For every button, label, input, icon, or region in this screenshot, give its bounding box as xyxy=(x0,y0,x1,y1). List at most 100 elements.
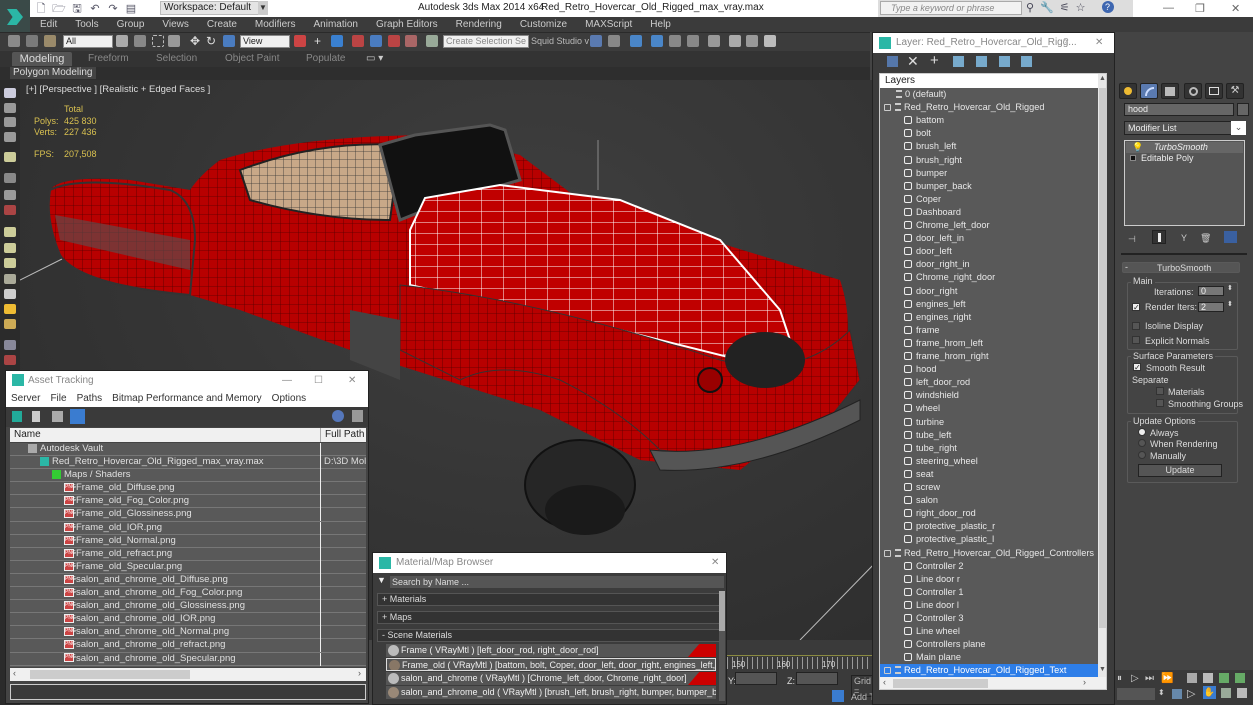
menu-views[interactable]: Views xyxy=(153,17,198,32)
unlink-icon[interactable] xyxy=(26,35,38,47)
update-manually-radio[interactable] xyxy=(1138,451,1146,459)
restore-button[interactable]: ❐ xyxy=(1195,2,1205,15)
layer-object-row[interactable]: Controller 2 xyxy=(880,560,1098,573)
go-to-end-icon[interactable]: ⏩ xyxy=(1161,673,1173,684)
render-production-icon[interactable] xyxy=(764,35,776,47)
refresh-icon[interactable] xyxy=(12,411,22,422)
update-when-rendering-radio[interactable] xyxy=(1138,439,1146,447)
browser-options-icon[interactable]: ▼ xyxy=(377,575,386,585)
layer-object-row[interactable]: Line door r xyxy=(880,573,1098,586)
box-icon[interactable] xyxy=(4,227,16,237)
undo-icon[interactable]: ↶ xyxy=(88,3,102,15)
layer-object-row[interactable]: salon xyxy=(880,494,1098,507)
spinner-snap-icon[interactable] xyxy=(405,35,417,47)
section-scene-materials[interactable]: - Scene Materials xyxy=(377,629,720,642)
freeze-all-icon[interactable] xyxy=(1021,56,1032,67)
layer-row[interactable]: Red_Retro_Hovercar_Old_Rigged_Text xyxy=(880,664,1098,678)
layer-window-titlebar[interactable]: Layer: Red_Retro_Hovercar_Old_Rigg... ? … xyxy=(873,33,1114,53)
remove-modifier-icon[interactable]: 🗑 xyxy=(1200,233,1211,244)
asset-row[interactable]: Red_Retro_Hovercar_Old_Rigged_max_vray.m… xyxy=(10,456,366,470)
material-item[interactable]: Frame ( VRayMtl ) [left_door_rod, right_… xyxy=(386,644,716,657)
list-icon[interactable] xyxy=(4,132,16,142)
infocenter-search-input[interactable]: Type a keyword or phrase xyxy=(880,1,1022,15)
render-setup-icon[interactable] xyxy=(729,35,741,47)
layer-object-row[interactable]: tube_left xyxy=(880,429,1098,442)
layer-object-row[interactable]: wheel xyxy=(880,402,1098,415)
selection-filter-dropdown[interactable]: All xyxy=(63,35,113,48)
rollout-collapse-icon[interactable]: - xyxy=(1125,262,1128,272)
layer-object-row[interactable]: bolt xyxy=(880,127,1098,140)
layer-object-row[interactable]: bumper_back xyxy=(880,180,1098,193)
workspace-dropdown[interactable]: Workspace: Default xyxy=(160,1,268,15)
wrench-icon[interactable]: 🔧 xyxy=(1040,1,1054,14)
squid-studio-label[interactable]: Squid Studio v xyxy=(531,36,589,46)
spinner-arrows-icon[interactable]: ⬍ xyxy=(1158,688,1165,697)
asset-row[interactable]: PNGsalon_and_chrome_old_refract.png xyxy=(10,639,366,653)
materials-checkbox[interactable] xyxy=(1156,387,1164,395)
spinner-arrows-icon[interactable]: ⬍ xyxy=(1227,284,1233,292)
make-unique-icon[interactable]: Y xyxy=(1181,233,1187,243)
pan-hand-icon[interactable]: ✋ xyxy=(1203,686,1216,699)
grid-view-icon[interactable] xyxy=(70,409,85,424)
select-by-name-icon[interactable] xyxy=(134,35,146,47)
keyboard-shortcut-override-icon[interactable] xyxy=(331,35,343,47)
close-button[interactable]: ✕ xyxy=(1095,33,1103,53)
layer-object-row[interactable]: Coper xyxy=(880,193,1098,206)
stack-item-turbosmooth[interactable]: 💡 TurboSmooth xyxy=(1126,142,1243,153)
y-coord-input[interactable] xyxy=(735,672,777,685)
asset-row[interactable]: PNGFrame_old_refract.png xyxy=(10,547,366,561)
menu-maxscript[interactable]: MAXScript xyxy=(576,17,641,32)
close-button[interactable]: ✕ xyxy=(711,553,719,573)
binoculars-icon[interactable]: ⚲ xyxy=(1026,1,1034,14)
menu-customize[interactable]: Customize xyxy=(511,17,576,32)
object-color-swatch[interactable] xyxy=(1237,103,1249,116)
layer-object-row[interactable]: protective_plastic_r xyxy=(880,520,1098,533)
teapot-icon[interactable] xyxy=(4,88,16,98)
render-iters-spinner[interactable]: 2 xyxy=(1198,302,1224,312)
mirror-icon[interactable] xyxy=(590,35,602,47)
menu-paths[interactable]: Paths xyxy=(72,390,108,407)
star-icon[interactable]: ☆ xyxy=(1076,1,1086,14)
explicit-normals-checkbox[interactable] xyxy=(1132,336,1140,344)
zoom-extents-all-icon[interactable] xyxy=(1235,673,1245,683)
angle-snap-icon[interactable] xyxy=(370,35,382,47)
helper-icon[interactable] xyxy=(4,205,16,215)
material-item[interactable]: salon_and_chrome ( VRayMtl ) [Chrome_lef… xyxy=(386,672,716,685)
graphite-toggle-icon[interactable] xyxy=(651,35,663,47)
layer-object-row[interactable]: Controller 1 xyxy=(880,586,1098,599)
render-iters-checkbox[interactable]: ✓ xyxy=(1132,303,1140,312)
layer-object-row[interactable]: frame_hrom_right xyxy=(880,350,1098,363)
table-view-icon[interactable] xyxy=(52,411,63,422)
expand-collapse-icon[interactable] xyxy=(884,104,891,112)
update-button[interactable]: Update xyxy=(1138,464,1222,477)
layer-object-row[interactable]: screw xyxy=(880,481,1098,494)
smooth-result-checkbox[interactable]: ✓ xyxy=(1133,363,1141,372)
camera-icon[interactable] xyxy=(4,190,16,200)
layer-row[interactable]: Red_Retro_Hovercar_Old_Rigged_Controller… xyxy=(880,547,1098,560)
document-icon[interactable] xyxy=(4,117,16,127)
ribbon-tab-freeform[interactable]: Freeform xyxy=(88,53,129,64)
ribbon-tab-modeling[interactable]: Modeling xyxy=(12,52,72,66)
layer-object-row[interactable]: Dashboard xyxy=(880,206,1098,219)
asset-row[interactable]: PNGFrame_old_IOR.png xyxy=(10,521,366,535)
expand-icon[interactable] xyxy=(1130,155,1136,161)
layer-object-row[interactable]: door_right_in xyxy=(880,258,1098,271)
column-full-path[interactable]: Full Path xyxy=(320,428,364,442)
scroll-up-icon[interactable]: ▲ xyxy=(1099,75,1106,82)
scroll-left-icon[interactable]: ‹ xyxy=(883,677,886,687)
ribbon-tab-populate[interactable]: Populate xyxy=(306,53,345,64)
material-item[interactable]: salon_and_chrome_old ( VRayMtl ) [brush_… xyxy=(386,686,716,699)
polygon-modeling-label[interactable]: Polygon Modeling xyxy=(10,67,96,79)
menu-help[interactable]: Help xyxy=(641,17,680,32)
update-always-radio[interactable] xyxy=(1138,428,1146,436)
select-objects-icon[interactable] xyxy=(953,56,964,67)
zoom-extents-icon[interactable] xyxy=(1219,673,1229,683)
asset-row[interactable]: PNGFrame_old_Normal.png xyxy=(10,534,366,548)
ribbon-tab-selection[interactable]: Selection xyxy=(156,53,197,64)
save-icon[interactable]: 🖫 xyxy=(70,3,84,15)
help-icon[interactable] xyxy=(332,410,344,422)
section-materials[interactable]: + Materials xyxy=(377,593,720,606)
delete-layer-icon[interactable]: ✕ xyxy=(907,53,919,70)
time-config-icon[interactable] xyxy=(1172,689,1182,699)
pivot-center-icon[interactable] xyxy=(294,35,306,47)
